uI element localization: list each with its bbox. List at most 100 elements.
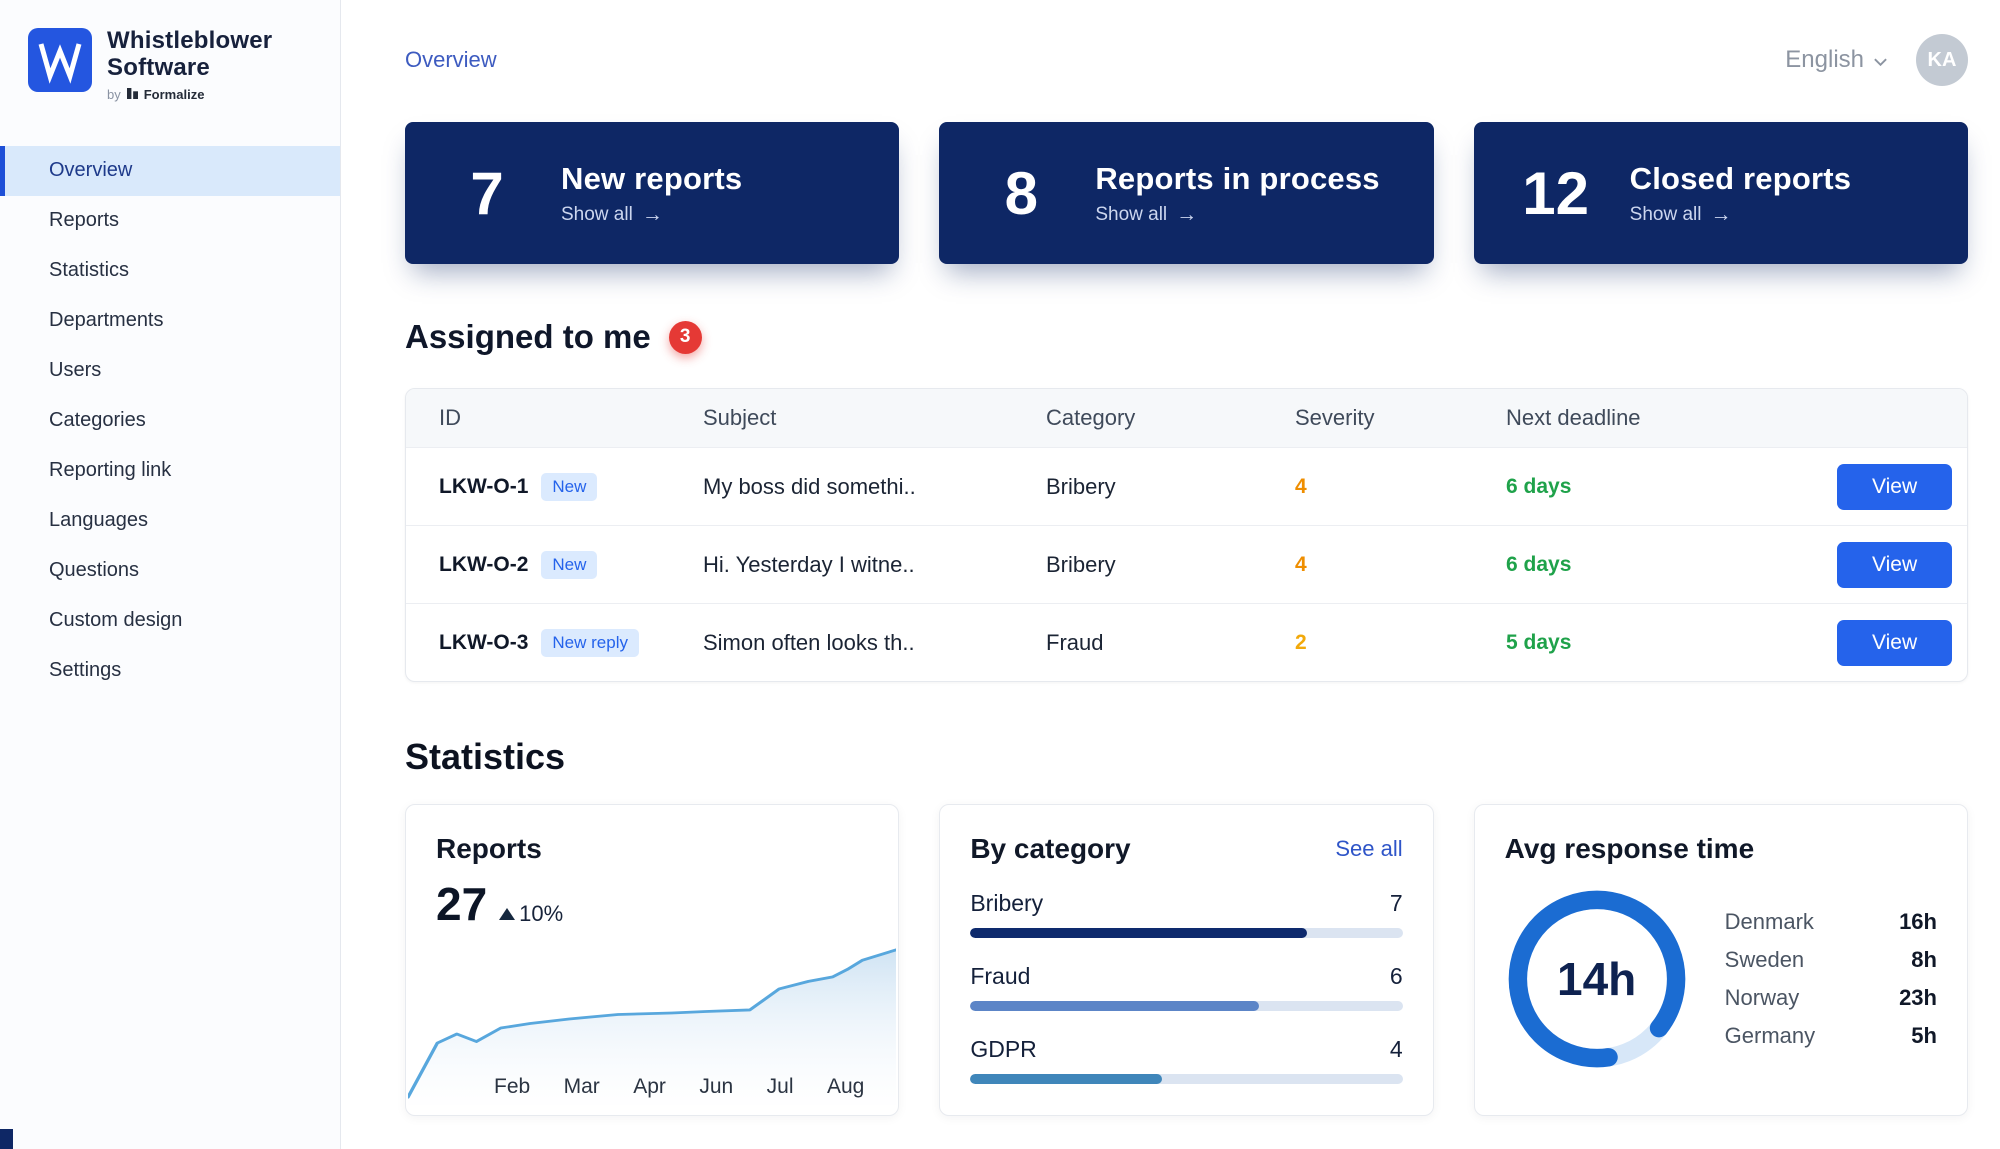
sidebar-item-statistics[interactable]: Statistics <box>0 246 340 296</box>
stat-cards: 7 New reports Show all → 8 Reports in pr… <box>405 122 1968 264</box>
new-reply-badge: New reply <box>541 629 639 657</box>
logo[interactable]: Whistleblower Software by Formalize <box>0 0 340 124</box>
progress-track <box>970 928 1402 938</box>
new-badge: New <box>541 551 597 579</box>
sidebar-item-label: Custom design <box>49 609 182 632</box>
sidebar-item-reporting-link[interactable]: Reporting link <box>0 446 340 496</box>
arrow-right-icon: → <box>1176 204 1197 225</box>
arrow-right-icon: → <box>1710 204 1731 225</box>
deadline-cell: 5 days <box>1506 631 1837 655</box>
view-button[interactable]: View <box>1837 542 1952 588</box>
view-button[interactable]: View <box>1837 464 1952 510</box>
sidebar-item-label: Departments <box>49 309 164 332</box>
sidebar-item-categories[interactable]: Categories <box>0 396 340 446</box>
category-value: 4 <box>1390 1036 1403 1063</box>
sidebar: Whistleblower Software by Formalize Over… <box>0 0 341 1149</box>
table-header-row: ID Subject Category Severity Next deadli… <box>406 389 1967 447</box>
list-item: Germany 5h <box>1725 1023 1937 1049</box>
sidebar-item-users[interactable]: Users <box>0 346 340 396</box>
column-next-deadline: Next deadline <box>1506 405 1837 431</box>
response-time-gauge: 14h <box>1505 887 1689 1071</box>
logo-title-line2: Software <box>107 54 210 81</box>
country-time: 16h <box>1899 909 1937 935</box>
sidebar-item-label: Users <box>49 359 101 382</box>
by-category-card: By category See all Bribery 7 Fraud 6 <box>939 804 1433 1116</box>
sidebar-item-label: Languages <box>49 509 148 532</box>
language-selector[interactable]: English <box>1785 46 1888 74</box>
country-response-list: Denmark 16h Sweden 8h Norway 23h Germany… <box>1725 897 1937 1061</box>
show-all-link[interactable]: Show all → <box>1630 204 1852 226</box>
sidebar-item-questions[interactable]: Questions <box>0 546 340 596</box>
category-bar-fraud: Fraud 6 <box>970 963 1402 1011</box>
main-content: Overview English KA 7 New reports Show a… <box>341 0 2000 1149</box>
show-all-label: Show all <box>1095 204 1167 226</box>
assigned-count-badge: 3 <box>669 321 702 354</box>
table-row[interactable]: LKW-O-2 New Hi. Yesterday I witne.. Brib… <box>406 525 1967 603</box>
stat-value: 7 <box>449 159 525 228</box>
category-bar-gdpr: GDPR 4 <box>970 1036 1402 1084</box>
category-cell: Bribery <box>1046 552 1295 578</box>
progress-track <box>970 1074 1402 1084</box>
sidebar-item-languages[interactable]: Languages <box>0 496 340 546</box>
chevron-down-icon <box>1873 46 1888 74</box>
country-time: 23h <box>1899 985 1937 1011</box>
assigned-table: ID Subject Category Severity Next deadli… <box>405 388 1968 682</box>
logo-text: Whistleblower Software by Formalize <box>107 28 272 102</box>
category-label: GDPR <box>970 1036 1036 1063</box>
report-id: LKW-O-2 <box>439 553 528 577</box>
sidebar-item-custom-design[interactable]: Custom design <box>0 596 340 646</box>
report-id-cell: LKW-O-2 New <box>439 551 703 579</box>
x-tick: Feb <box>494 1075 530 1099</box>
statistics-cards: Reports 27 10% Feb <box>405 804 1968 1116</box>
stat-label: New reports <box>561 161 742 197</box>
sidebar-item-settings[interactable]: Settings <box>0 646 340 696</box>
table-row[interactable]: LKW-O-1 New My boss did somethi.. Briber… <box>406 447 1967 525</box>
country-time: 8h <box>1911 947 1937 973</box>
category-label: Bribery <box>970 890 1043 917</box>
show-all-label: Show all <box>561 204 633 226</box>
logo-brand: Formalize <box>144 87 205 102</box>
sidebar-item-label: Questions <box>49 559 139 582</box>
sidebar-nav: Overview Reports Statistics Departments … <box>0 146 340 696</box>
category-cell: Fraud <box>1046 630 1295 656</box>
topbar: Overview English KA <box>405 0 1968 86</box>
formalize-icon <box>127 87 138 102</box>
subject-cell: Hi. Yesterday I witne.. <box>703 552 1046 578</box>
trend-up-icon <box>499 908 515 920</box>
show-all-link[interactable]: Show all → <box>1095 204 1379 226</box>
show-all-link[interactable]: Show all → <box>561 204 742 226</box>
stat-card-closed-reports[interactable]: 12 Closed reports Show all → <box>1474 122 1968 264</box>
report-id-cell: LKW-O-1 New <box>439 473 703 501</box>
severity-cell: 4 <box>1295 553 1506 577</box>
sidebar-item-label: Reporting link <box>49 459 171 482</box>
country-label: Norway <box>1725 985 1800 1011</box>
view-button[interactable]: View <box>1837 620 1952 666</box>
stat-card-reports-in-process[interactable]: 8 Reports in process Show all → <box>939 122 1433 264</box>
sidebar-item-overview[interactable]: Overview <box>0 146 340 196</box>
column-id: ID <box>439 405 703 431</box>
arrow-right-icon: → <box>642 204 663 225</box>
deadline-cell: 6 days <box>1506 553 1837 577</box>
sidebar-item-label: Reports <box>49 209 119 232</box>
gauge-value: 14h <box>1505 887 1689 1071</box>
severity-cell: 4 <box>1295 475 1506 499</box>
country-label: Denmark <box>1725 909 1814 935</box>
progress-fill <box>970 928 1306 938</box>
report-id: LKW-O-1 <box>439 475 528 499</box>
see-all-link[interactable]: See all <box>1335 836 1402 862</box>
sidebar-item-reports[interactable]: Reports <box>0 196 340 246</box>
progress-track <box>970 1001 1402 1011</box>
stat-value: 8 <box>983 159 1059 228</box>
sidebar-item-departments[interactable]: Departments <box>0 296 340 346</box>
breadcrumb[interactable]: Overview <box>405 47 497 73</box>
avg-response-title: Avg response time <box>1505 833 1937 865</box>
table-row[interactable]: LKW-O-3 New reply Simon often looks th..… <box>406 603 1967 681</box>
whistleblower-logo-icon <box>28 28 92 92</box>
topbar-right: English KA <box>1785 34 1968 86</box>
avg-response-card: Avg response time 14h Denmark 16h Swede <box>1474 804 1968 1116</box>
deadline-cell: 6 days <box>1506 475 1837 499</box>
stat-card-new-reports[interactable]: 7 New reports Show all → <box>405 122 899 264</box>
avatar[interactable]: KA <box>1916 34 1968 86</box>
new-badge: New <box>541 473 597 501</box>
x-tick: Jul <box>767 1075 794 1099</box>
